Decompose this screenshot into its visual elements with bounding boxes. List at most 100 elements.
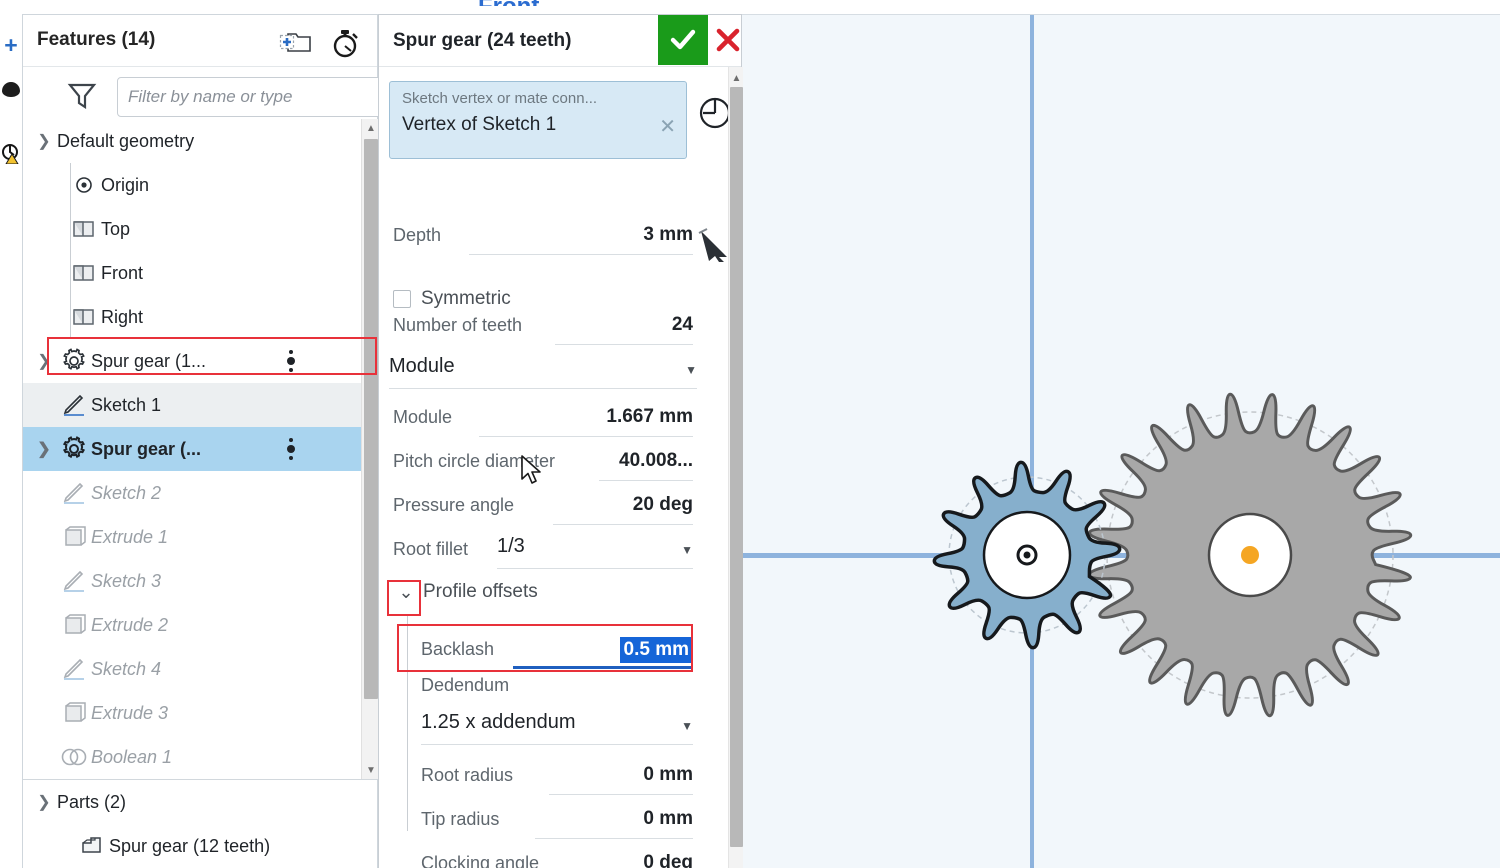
gear-icon xyxy=(57,436,91,462)
tree-node-sketch-4[interactable]: Sketch 4 xyxy=(23,647,377,691)
filter-funnel-icon[interactable] xyxy=(67,81,97,114)
dropdown-value[interactable]: 1/3 xyxy=(497,535,525,558)
tree-node-extrude-1[interactable]: Extrude 1 xyxy=(23,515,377,559)
tree-node-label: Right xyxy=(101,306,144,327)
field-label: Pitch circle diameter xyxy=(393,451,556,471)
field-value[interactable]: 40.008... xyxy=(619,450,693,472)
spur-gear-12-teeth-shape xyxy=(932,460,1122,650)
spur-gear-24-teeth-shape xyxy=(1087,392,1413,718)
chevron-right-icon[interactable]: ❯ xyxy=(31,351,57,371)
tree-node-origin[interactable]: Origin xyxy=(23,163,377,207)
field-number-of-teeth[interactable]: Number of teeth 24 xyxy=(393,305,693,349)
field-dedendum[interactable]: 1.25 x addendum ▼ xyxy=(421,705,693,749)
viewport-plane-label: Front xyxy=(478,0,539,6)
tree-node-spur-gear-24[interactable]: ❯ Spur gear (... xyxy=(23,427,377,471)
field-clocking-angle[interactable]: Clocking angle 0 deg xyxy=(421,843,693,868)
plane-icon xyxy=(67,305,101,329)
field-label: Depth xyxy=(393,225,442,245)
field-root-radius[interactable]: Root radius 0 mm xyxy=(421,755,693,799)
part-label: Spur gear (12 teeth) xyxy=(109,835,271,856)
plus-icon[interactable]: + xyxy=(0,34,22,57)
field-gear-input-type[interactable]: Module ▼ xyxy=(389,349,697,393)
chevron-down-icon[interactable]: ❯ xyxy=(31,792,57,812)
scroll-up-arrow[interactable]: ▲ xyxy=(729,69,744,87)
group-profile-offsets-header[interactable]: ⌄ Profile offsets xyxy=(389,581,538,603)
field-label: Root fillet xyxy=(393,539,469,559)
tree-node-default-geometry[interactable]: ❯ Default geometry xyxy=(23,119,377,163)
tree-node-boolean-1[interactable]: Boolean 1 xyxy=(23,735,377,779)
feature-tree-scrollbar[interactable]: ▲ ▼ xyxy=(361,119,379,779)
feature-tree[interactable]: ❯ Default geometry Origin Top Front Righ… xyxy=(23,119,377,779)
field-value[interactable]: 0 mm xyxy=(643,764,693,786)
chevron-down-icon[interactable]: ▼ xyxy=(681,543,693,557)
parts-title: Parts (2) xyxy=(57,791,127,812)
accept-button[interactable] xyxy=(658,15,708,65)
field-value[interactable]: 1.667 mm xyxy=(606,406,693,428)
dropdown-value[interactable]: 1.25 x addendum xyxy=(421,711,576,734)
parts-panel: ❯ Parts (2) Spur gear (12 teeth) xyxy=(23,779,377,868)
field-module[interactable]: Module 1.667 mm xyxy=(393,397,693,441)
tree-node-label: Extrude 3 xyxy=(91,702,169,723)
tree-node-right[interactable]: Right xyxy=(23,295,377,339)
field-tip-radius[interactable]: Tip radius 0 mm xyxy=(421,799,693,843)
selection-value: Vertex of Sketch 1 xyxy=(402,114,557,135)
shape-icon[interactable] xyxy=(0,82,22,97)
field-value[interactable]: 0.5 mm xyxy=(619,637,693,663)
warning-icon[interactable] xyxy=(0,140,22,168)
rollback-timer-icon[interactable] xyxy=(329,28,361,58)
scrollbar-thumb[interactable] xyxy=(730,87,743,847)
chevron-down-icon[interactable]: ⌄ xyxy=(389,582,423,603)
field-value[interactable]: 20 deg xyxy=(633,494,693,516)
dialog-header: Spur gear (24 teeth) xyxy=(379,15,741,67)
field-value[interactable]: 0 deg xyxy=(643,852,693,868)
sketch-icon xyxy=(57,656,91,682)
group-label: Profile offsets xyxy=(423,581,538,602)
field-depth[interactable]: Depth 3 mm xyxy=(393,215,693,259)
dropdown-value[interactable]: Module xyxy=(389,355,455,378)
extrude-icon xyxy=(57,524,91,550)
tree-node-label: Sketch 1 xyxy=(91,394,162,415)
field-value[interactable]: 0 mm xyxy=(643,808,693,830)
tree-node-sketch-3[interactable]: Sketch 3 xyxy=(23,559,377,603)
chevron-right-icon[interactable]: ❯ xyxy=(31,439,57,459)
tree-node-extrude-3[interactable]: Extrude 3 xyxy=(23,691,377,735)
field-backlash[interactable]: Backlash 0.5 mm xyxy=(421,629,693,673)
search-input[interactable] xyxy=(117,77,385,117)
dialog-title: Spur gear (24 teeth) xyxy=(393,30,572,51)
chevron-down-icon[interactable]: ▼ xyxy=(685,363,697,377)
chevron-down-icon[interactable]: ❯ xyxy=(31,131,57,151)
selection-field[interactable]: Sketch vertex or mate conn... Vertex of … xyxy=(389,81,687,159)
parts-header[interactable]: ❯ Parts (2) xyxy=(23,780,377,824)
close-icon[interactable]: ✕ xyxy=(659,114,676,139)
field-dedendum-label: Dedendum xyxy=(421,675,510,695)
parts-item-spur-gear-12[interactable]: Spur gear (12 teeth) xyxy=(23,824,377,868)
spur-gear-dialog: Spur gear (24 teeth) Sketch vertex or ma… xyxy=(378,14,743,868)
tree-node-label: Sketch 2 xyxy=(91,482,162,503)
3d-viewport[interactable] xyxy=(742,14,1500,868)
tree-node-spur-gear-12[interactable]: ❯ Spur gear (1... xyxy=(23,339,377,383)
row-menu-icon[interactable] xyxy=(287,350,295,372)
tree-node-top[interactable]: Top xyxy=(23,207,377,251)
extrude-icon xyxy=(57,612,91,638)
field-value[interactable]: 3 mm xyxy=(643,224,693,246)
field-label: Backlash xyxy=(421,639,495,659)
field-pitch-circle-diameter[interactable]: Pitch circle diameter 40.008... xyxy=(393,441,693,485)
dialog-scrollbar[interactable]: ▲ xyxy=(728,67,743,868)
new-folder-icon[interactable] xyxy=(279,28,313,56)
scrollbar-thumb[interactable] xyxy=(364,139,378,699)
chevron-down-icon[interactable]: ▼ xyxy=(681,719,693,733)
cancel-button[interactable] xyxy=(712,15,744,65)
tree-node-label: Extrude 1 xyxy=(91,526,169,547)
field-label: Clocking angle xyxy=(421,853,540,868)
tree-node-front[interactable]: Front xyxy=(23,251,377,295)
field-pressure-angle[interactable]: Pressure angle 20 deg xyxy=(393,485,693,529)
extrude-icon xyxy=(57,700,91,726)
row-menu-icon[interactable] xyxy=(287,438,295,460)
field-root-fillet[interactable]: Root fillet 1/3 ▼ xyxy=(393,529,693,573)
features-header: Features (14) xyxy=(23,15,377,67)
tree-node-sketch-2[interactable]: Sketch 2 xyxy=(23,471,377,515)
plane-icon xyxy=(67,261,101,285)
tree-node-extrude-2[interactable]: Extrude 2 xyxy=(23,603,377,647)
field-value[interactable]: 24 xyxy=(672,314,693,336)
tree-node-sketch-1[interactable]: Sketch 1 xyxy=(23,383,377,427)
